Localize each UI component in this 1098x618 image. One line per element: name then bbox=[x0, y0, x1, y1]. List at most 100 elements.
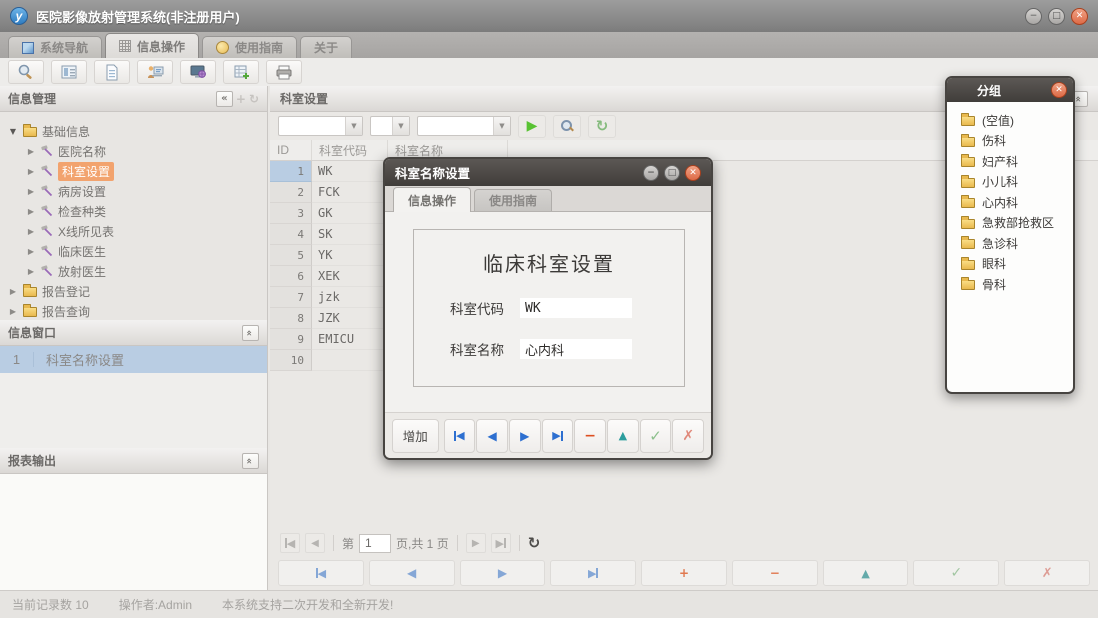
dialog-maximize-button[interactable]: □ bbox=[664, 165, 680, 181]
pager-label-total: 页,共 1 页 bbox=[396, 535, 449, 552]
dialog-tab-info-operation[interactable]: 信息操作 bbox=[393, 187, 471, 212]
group-item[interactable]: 心内科 bbox=[947, 192, 1073, 213]
tree-node-clinical-doctor[interactable]: ▶ 临床医生 bbox=[0, 241, 267, 261]
record-cancel-button[interactable]: ✗ bbox=[1004, 560, 1090, 586]
dialog-cancel-button[interactable]: ✗ bbox=[672, 419, 704, 453]
tab-about[interactable]: 关于 bbox=[300, 36, 352, 58]
group-item[interactable]: 急诊科 bbox=[947, 233, 1073, 254]
filter-search-button[interactable] bbox=[553, 115, 581, 138]
record-delete-button[interactable]: − bbox=[732, 560, 818, 586]
info-operation-icon bbox=[119, 40, 131, 52]
tree-node-hospital-name[interactable]: ▶ 医院名称 bbox=[0, 141, 267, 161]
tab-user-guide[interactable]: 使用指南 bbox=[202, 36, 297, 58]
caret-right-icon[interactable]: ▶ bbox=[26, 187, 36, 196]
tree-node-ward-setup[interactable]: ▶ 病房设置 bbox=[0, 181, 267, 201]
dialog-add-button[interactable]: 增加 bbox=[392, 419, 439, 453]
app-window: y 医院影像放射管理系统(非注册用户) − □ ✕ 系统导航 信息操作 使用指南… bbox=[0, 0, 1098, 618]
filter-run-button[interactable]: ▶ bbox=[518, 115, 546, 138]
caret-right-icon[interactable]: ▶ bbox=[26, 247, 36, 256]
group-item[interactable]: 小儿科 bbox=[947, 172, 1073, 193]
pager-next-button[interactable]: ▶ bbox=[466, 533, 486, 553]
info-window-collapse-button[interactable]: » bbox=[242, 325, 259, 341]
table-add-button[interactable] bbox=[223, 60, 259, 84]
caret-right-icon[interactable]: ▶ bbox=[8, 307, 18, 316]
pager-last-button[interactable]: ▶ bbox=[491, 533, 511, 553]
group-item[interactable]: 急救部抢救区 bbox=[947, 213, 1073, 234]
caret-right-icon[interactable]: ▶ bbox=[26, 227, 36, 236]
tab-info-operation[interactable]: 信息操作 bbox=[105, 33, 199, 58]
caret-right-icon[interactable]: ▶ bbox=[26, 147, 36, 156]
dialog-tab-user-guide[interactable]: 使用指南 bbox=[474, 189, 552, 211]
dialog-minimize-button[interactable]: − bbox=[643, 165, 659, 181]
group-panel-close-button[interactable]: ✕ bbox=[1051, 82, 1067, 98]
group-item[interactable]: 伤科 bbox=[947, 131, 1073, 152]
dialog-edit-button[interactable]: ▲ bbox=[607, 419, 639, 453]
check-icon: ✓ bbox=[950, 565, 962, 581]
dialog-title-bar[interactable]: 科室名称设置 − □ ✕ bbox=[385, 159, 711, 186]
nav-prev-button[interactable]: ◀ bbox=[369, 560, 455, 586]
dialog-confirm-button[interactable]: ✓ bbox=[640, 419, 672, 453]
search-button[interactable] bbox=[8, 60, 44, 84]
dialog-next-button[interactable]: ▶ bbox=[509, 419, 541, 453]
dropdown-arrow-icon[interactable]: ▼ bbox=[345, 117, 362, 135]
document-button[interactable] bbox=[94, 60, 130, 84]
refresh-icon: ↻ bbox=[596, 117, 609, 135]
group-item-empty[interactable]: (空值) bbox=[947, 110, 1073, 131]
pager-first-button[interactable]: ◀ bbox=[280, 533, 300, 553]
caret-down-icon[interactable]: ▼ bbox=[8, 127, 18, 136]
dialog-last-button[interactable]: ▶ bbox=[542, 419, 574, 453]
filter-refresh-button[interactable]: ↻ bbox=[588, 115, 616, 138]
minimize-button[interactable]: − bbox=[1025, 8, 1042, 25]
divider bbox=[457, 535, 458, 551]
record-add-button[interactable]: + bbox=[641, 560, 727, 586]
report-output-collapse-button[interactable]: » bbox=[242, 453, 259, 469]
group-item[interactable]: 妇产科 bbox=[947, 151, 1073, 172]
dialog-delete-button[interactable]: − bbox=[574, 419, 606, 453]
tree-node-department-setup[interactable]: ▶ 科室设置 bbox=[0, 161, 267, 181]
caret-right-icon[interactable]: ▶ bbox=[26, 207, 36, 216]
nav-first-button[interactable]: ◀ bbox=[278, 560, 364, 586]
caret-right-icon[interactable]: ▶ bbox=[26, 267, 36, 276]
dialog-close-button[interactable]: ✕ bbox=[685, 165, 701, 181]
group-item[interactable]: 眼科 bbox=[947, 254, 1073, 275]
nav-last-button[interactable]: ▶ bbox=[550, 560, 636, 586]
caret-right-icon[interactable]: ▶ bbox=[26, 167, 36, 176]
tree-node-exam-type[interactable]: ▶ 检查种类 bbox=[0, 201, 267, 221]
group-panel-title-bar[interactable]: 分组 ✕ bbox=[947, 78, 1073, 102]
dropdown-arrow-icon[interactable]: ▼ bbox=[493, 117, 510, 135]
form-button[interactable] bbox=[51, 60, 87, 84]
tree-node-report-register[interactable]: ▶ 报告登记 bbox=[0, 281, 267, 301]
column-header-id[interactable]: ID bbox=[270, 140, 312, 160]
caret-right-icon[interactable]: ▶ bbox=[8, 287, 18, 296]
sidebar-collapse-button[interactable]: « bbox=[216, 91, 233, 107]
dialog-first-button[interactable]: ◀ bbox=[444, 419, 476, 453]
name-field-input[interactable] bbox=[520, 339, 632, 359]
column-header-code[interactable]: 科室代码 bbox=[312, 140, 388, 160]
filter-field-select[interactable]: ▼ bbox=[278, 116, 363, 136]
tree-node-base-info[interactable]: ▼ 基础信息 bbox=[0, 121, 267, 141]
filter-value-select[interactable]: ▼ bbox=[417, 116, 511, 136]
record-edit-button[interactable]: ▲ bbox=[823, 560, 909, 586]
tab-system-navigation[interactable]: 系统导航 bbox=[8, 36, 102, 58]
folder-icon bbox=[961, 178, 975, 188]
tree-node-report-query[interactable]: ▶ 报告查询 bbox=[0, 301, 267, 321]
user-chart-button[interactable] bbox=[137, 60, 173, 84]
maximize-button[interactable]: □ bbox=[1048, 8, 1065, 25]
pager-prev-button[interactable]: ◀ bbox=[305, 533, 325, 553]
pager-refresh-button[interactable]: ↻ bbox=[528, 534, 541, 552]
tree-node-radiology-doctor[interactable]: ▶ 放射医生 bbox=[0, 261, 267, 281]
close-button[interactable]: ✕ bbox=[1071, 8, 1088, 25]
nav-next-button[interactable]: ▶ bbox=[460, 560, 546, 586]
record-confirm-button[interactable]: ✓ bbox=[913, 560, 999, 586]
printer-button[interactable] bbox=[266, 60, 302, 84]
tree-node-xray-findings[interactable]: ▶ X线所见表 bbox=[0, 221, 267, 241]
filter-operator-select[interactable]: ▼ bbox=[370, 116, 410, 136]
info-window-row[interactable]: 1 科室名称设置 bbox=[0, 346, 267, 373]
dropdown-arrow-icon[interactable]: ▼ bbox=[392, 117, 409, 135]
dialog-prev-button[interactable]: ◀ bbox=[476, 419, 508, 453]
code-field-input[interactable] bbox=[520, 298, 632, 318]
pager-page-input[interactable] bbox=[359, 534, 391, 553]
tree-node-label-selected: 科室设置 bbox=[58, 162, 114, 181]
monitor-globe-button[interactable] bbox=[180, 60, 216, 84]
group-item[interactable]: 骨科 bbox=[947, 274, 1073, 295]
